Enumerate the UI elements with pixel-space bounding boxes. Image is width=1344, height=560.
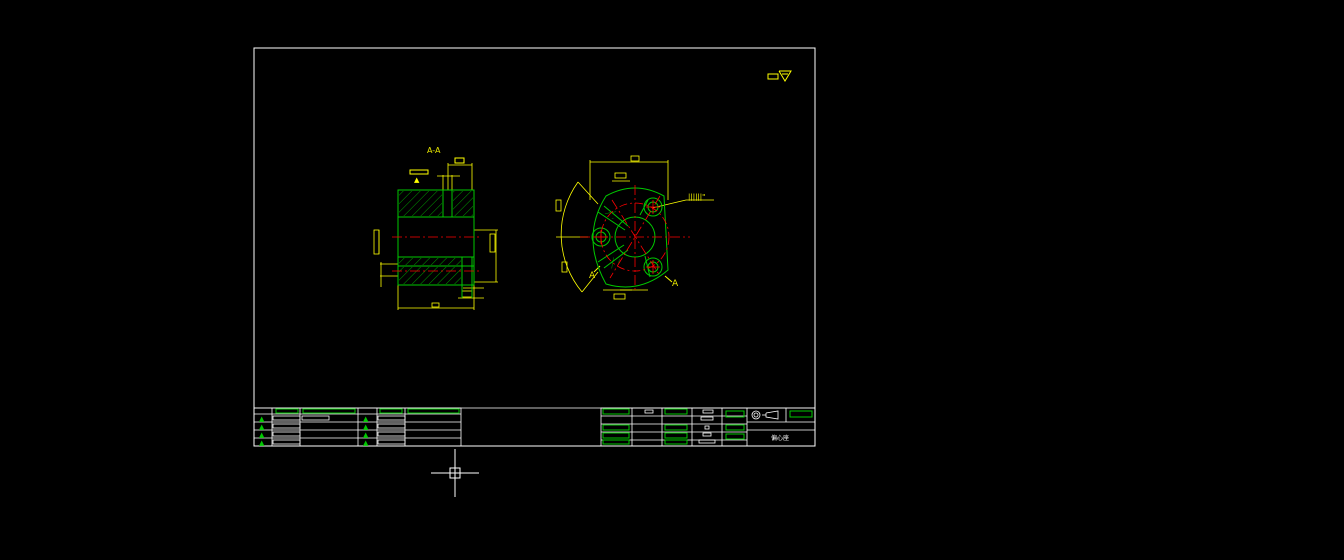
svg-text:▲: ▲ bbox=[414, 176, 420, 184]
cut-label-left: A bbox=[589, 271, 596, 281]
drawing-canvas[interactable]: A-A ▲ ||||||" A A ▲ ▲ ▲ ▲ ▲ ▲ ▲ ▲ 偏心座 bbox=[0, 0, 1344, 560]
svg-text:▲: ▲ bbox=[259, 439, 265, 447]
section-view-a-a[interactable]: A-A ▲ bbox=[373, 146, 498, 310]
svg-text:▲: ▲ bbox=[259, 431, 265, 439]
title-block[interactable]: ▲ ▲ ▲ ▲ ▲ ▲ ▲ ▲ 偏心座 bbox=[253, 407, 816, 447]
roughness-symbol-icon bbox=[767, 70, 792, 82]
front-view[interactable]: ||||||" A A bbox=[555, 155, 714, 300]
cut-label-right: A bbox=[672, 279, 679, 289]
svg-text:||||||": ||||||" bbox=[688, 193, 705, 201]
svg-text:▲: ▲ bbox=[363, 415, 369, 423]
section-label: A-A bbox=[427, 146, 441, 155]
svg-text:▲: ▲ bbox=[259, 423, 265, 431]
svg-text:▲: ▲ bbox=[259, 415, 265, 423]
svg-text:▲: ▲ bbox=[363, 439, 369, 447]
svg-text:▲: ▲ bbox=[363, 423, 369, 431]
sheet-border bbox=[253, 47, 816, 447]
svg-text:▲: ▲ bbox=[363, 431, 369, 439]
crosshair-pickbox-icon bbox=[431, 449, 479, 497]
projection-symbol-icon bbox=[751, 410, 779, 420]
part-name: 偏心座 bbox=[771, 434, 789, 442]
